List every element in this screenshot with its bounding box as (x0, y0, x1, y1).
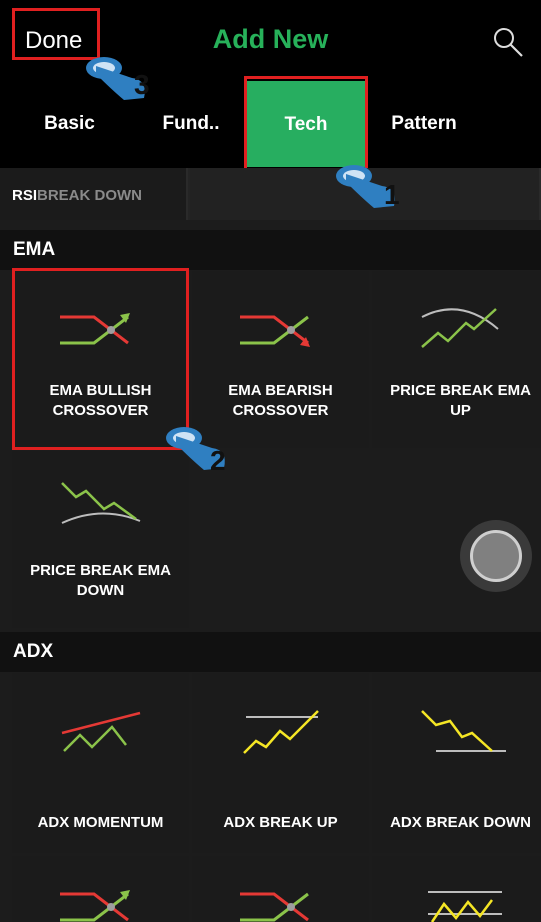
tile-label: ADX BREAK UP (223, 814, 338, 831)
tap-hand-icon: 3 (86, 57, 150, 100)
tile-label: EMA BEARISH (228, 382, 333, 399)
tile-label: PRICE BREAK EMA (390, 382, 531, 399)
assistive-touch-inner (470, 530, 522, 582)
tile-label: ADX MOMENTUM (37, 814, 164, 831)
tile-label: CROSSOVER (232, 402, 329, 419)
adx-range-tile[interactable] (372, 856, 541, 922)
tile-label: ADX BREAK DOWN (390, 814, 531, 831)
bearish-crossover-icon (240, 315, 310, 347)
step-number: 2 (210, 445, 226, 476)
price-break-ema-up-tile[interactable]: PRICE BREAK EMA UP (372, 271, 541, 448)
rsi-suffix: BREAK DOWN (37, 187, 143, 204)
section-header-ema: EMA (0, 230, 541, 270)
rsi-prefix: RSI (12, 187, 38, 204)
adx-momentum-tile[interactable]: ADX MOMENTUM (12, 673, 189, 853)
adx-range-icon (428, 891, 502, 922)
adx-crossover-up-icon (60, 890, 130, 922)
adx-crossover-up-tile[interactable] (12, 856, 189, 922)
tap-hand-icon: 1 (336, 165, 400, 210)
rsi-break-down-label: RSIBREAK DOWN (12, 187, 142, 204)
price-break-down-icon (61, 482, 141, 524)
step-number: 3 (134, 69, 150, 100)
section-header-adx: ADX (0, 632, 541, 672)
adx-crossover-down-tile[interactable] (192, 856, 369, 922)
tile-label: UP (450, 402, 471, 419)
rsi-partial-row: RSIBREAK DOWN (0, 168, 541, 220)
tile-label: PRICE BREAK EMA (30, 562, 171, 579)
adx-break-down-tile[interactable]: ADX BREAK DOWN (372, 673, 541, 853)
step-number: 1 (384, 179, 400, 210)
assistive-touch-button[interactable] (460, 520, 532, 592)
search-icon[interactable] (492, 26, 524, 58)
tech-tab-highlight-box (244, 76, 368, 171)
price-break-up-icon (421, 308, 499, 348)
adx-break-down-icon (421, 710, 506, 752)
tap-hand-icon: 2 (166, 427, 226, 476)
tile-label: DOWN (76, 582, 125, 599)
adx-momentum-icon (61, 711, 141, 752)
tab-pattern[interactable]: Pattern (366, 80, 482, 168)
adx-crossover-down-icon (240, 892, 309, 922)
adx-break-up-icon (243, 710, 319, 754)
adx-break-up-tile[interactable]: ADX BREAK UP (192, 673, 369, 853)
